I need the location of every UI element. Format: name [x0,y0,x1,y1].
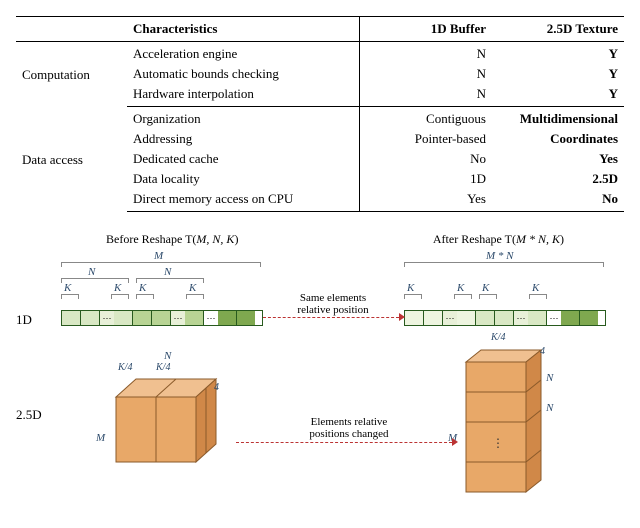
arrow-1d [263,317,399,318]
v25d-cell: Y [492,84,624,107]
bracket-k [186,294,204,298]
table-header-row: Characteristics 1D Buffer 2.5D Texture [16,17,624,42]
row-label-25d: 2.5D [16,407,42,423]
bracket-k [454,294,472,298]
text: ) [234,232,238,246]
char-cell: Addressing [127,129,360,149]
char-cell: Hardware interpolation [127,84,360,107]
text: After Reshape T( [433,232,516,246]
v1d-cell: Pointer-based [360,129,493,149]
dim-4: 4 [540,346,545,357]
dim-k4: K/4 [118,362,132,373]
bracket-k [479,294,497,298]
dim-n: N [546,372,553,384]
before-reshape-label: Before Reshape T(M, N, K) [106,232,238,247]
arrow-25d [236,442,452,443]
v25d-cell: 2.5D [492,169,624,189]
bracket-k [136,294,154,298]
dim-n: N [88,266,95,278]
char-cell: Organization [127,107,360,130]
v1d-cell: Contiguous [360,107,493,130]
dim-mn: M * N [486,250,514,262]
dim-k4: K/4 [491,332,505,343]
v25d-cell: Y [492,64,624,84]
row-label-1d: 1D [16,312,32,328]
arrow-1d-label: Same elements relative position [278,292,388,316]
v1d-cell: Yes [360,189,493,212]
dim-k: K [532,282,539,294]
strip-1d-after: ⋯ ⋯ ⋯ [404,310,606,326]
dim-4: 4 [214,382,219,393]
dim-m: M [96,432,105,444]
dim-k: K [189,282,196,294]
category-label: Data access [16,107,127,212]
dots: ⋯ [443,311,457,325]
dots: ⋯ [171,311,185,325]
dim-n: N [546,402,553,414]
arrow-25d-label: Elements relative positions changed [284,416,414,440]
dim-k: K [457,282,464,294]
v25d-cell: Yes [492,149,624,169]
cuboid-before [106,367,246,477]
bracket-mn [404,262,604,266]
dim-k: K [407,282,414,294]
table-row: Data access Organization Contiguous Mult… [16,107,624,130]
dim-k: K [64,282,71,294]
text: Before Reshape T( [106,232,196,246]
bracket-k [529,294,547,298]
table-row: Computation Acceleration engine N Y [16,42,624,65]
v25d-cell: Coordinates [492,129,624,149]
char-cell: Dedicated cache [127,149,360,169]
v1d-cell: No [360,149,493,169]
comparison-table: Characteristics 1D Buffer 2.5D Texture C… [16,16,624,212]
svg-text:⋮: ⋮ [492,436,504,450]
header-25d: 2.5D Texture [492,17,624,42]
v25d-cell: Multidimensional [492,107,624,130]
reshape-diagram: Before Reshape T(M, N, K) After Reshape … [16,232,624,512]
bracket-k [404,294,422,298]
dim-k: K [482,282,489,294]
text: M * N, K [516,232,560,246]
cuboid-after: ⋮ [456,342,576,502]
char-cell: Data locality [127,169,360,189]
dim-k: K [139,282,146,294]
char-cell: Direct memory access on CPU [127,189,360,212]
strip-1d-before: ⋯ ⋯ ⋯ [61,310,263,326]
bracket-k [61,294,79,298]
text: ) [560,232,564,246]
header-1d: 1D Buffer [360,17,493,42]
v1d-cell: N [360,42,493,65]
v1d-cell: N [360,84,493,107]
dots: ⋯ [100,311,114,325]
bracket-k [111,294,129,298]
category-label: Computation [16,42,127,107]
dots: ⋯ [514,311,528,325]
dim-m: M [154,250,163,262]
header-characteristics: Characteristics [127,17,360,42]
dim-k4: K/4 [156,362,170,373]
v1d-cell: N [360,64,493,84]
dim-n: N [164,266,171,278]
v1d-cell: 1D [360,169,493,189]
v25d-cell: No [492,189,624,212]
header-blank [16,17,127,42]
v25d-cell: Y [492,42,624,65]
dim-n: N [164,350,171,362]
char-cell: Automatic bounds checking [127,64,360,84]
arrow-head-icon [399,313,405,321]
arrow-head-icon [452,438,458,446]
char-cell: Acceleration engine [127,42,360,65]
after-reshape-label: After Reshape T(M * N, K) [433,232,564,247]
dim-k: K [114,282,121,294]
text: M, N, K [196,232,234,246]
